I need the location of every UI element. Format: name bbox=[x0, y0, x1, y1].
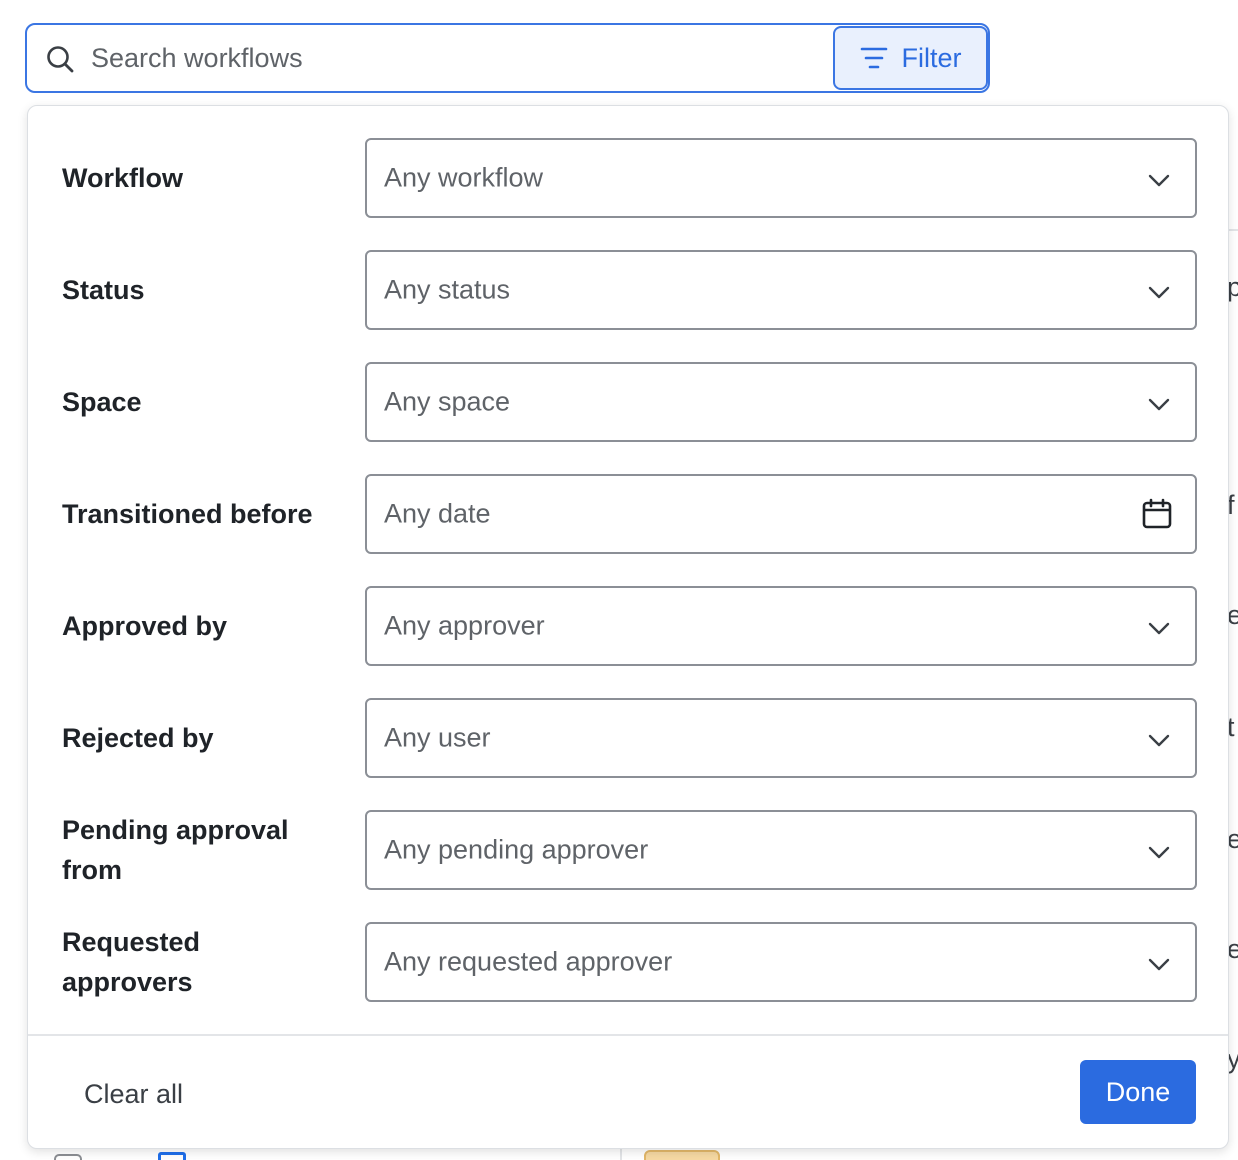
filter-row-requested-approvers: Requested approvers Any requested approv… bbox=[28, 922, 1230, 1002]
filter-row-rejected-by: Rejected by Any user bbox=[28, 698, 1230, 778]
workflow-label: Workflow bbox=[62, 163, 183, 193]
filter-row-approved-by: Approved by Any approver bbox=[28, 586, 1230, 666]
requested-approvers-label: Requested approvers bbox=[62, 927, 201, 997]
status-select-value: Any status bbox=[384, 274, 511, 305]
filter-row-status: Status Any status bbox=[28, 250, 1230, 330]
chevron-down-icon bbox=[1148, 286, 1170, 299]
approved-by-label: Approved by bbox=[62, 611, 228, 641]
pending-approval-from-select[interactable]: Any pending approver bbox=[365, 810, 1197, 890]
document-icon bbox=[158, 1152, 186, 1160]
search-icon bbox=[47, 46, 74, 73]
calendar-icon[interactable] bbox=[1141, 498, 1173, 530]
requested-approvers-select-value: Any requested approver bbox=[384, 946, 673, 977]
background-table-row bbox=[0, 1148, 1238, 1160]
column-divider bbox=[620, 1148, 622, 1160]
requested-approvers-select[interactable]: Any requested approver bbox=[365, 922, 1197, 1002]
status-label: Status bbox=[62, 275, 145, 305]
status-select[interactable]: Any status bbox=[365, 250, 1197, 330]
chevron-down-icon bbox=[1148, 958, 1170, 971]
filter-row-space: Space Any space bbox=[28, 362, 1230, 442]
space-select[interactable]: Any space bbox=[365, 362, 1197, 442]
pending-approval-from-select-value: Any pending approver bbox=[384, 834, 649, 865]
approved-by-select[interactable]: Any approver bbox=[365, 586, 1197, 666]
space-label: Space bbox=[62, 387, 142, 417]
filter-button[interactable]: Filter bbox=[833, 26, 988, 90]
rejected-by-label: Rejected by bbox=[62, 723, 214, 753]
background-divider bbox=[1228, 229, 1238, 231]
chevron-down-icon bbox=[1148, 622, 1170, 635]
filter-row-workflow: Workflow Any workflow bbox=[28, 138, 1230, 218]
chevron-down-icon bbox=[1148, 174, 1170, 187]
chevron-down-icon bbox=[1148, 734, 1170, 747]
search-input[interactable] bbox=[89, 35, 829, 81]
transitioned-before-label: Transitioned before bbox=[62, 499, 313, 529]
chevron-down-icon bbox=[1148, 846, 1170, 859]
transitioned-before-value: Any date bbox=[384, 498, 491, 529]
search-bar: Filter bbox=[25, 23, 990, 93]
filter-popover: Workflow Any workflow Status Any status … bbox=[27, 105, 1229, 1149]
clear-all-button[interactable]: Clear all bbox=[84, 1074, 183, 1114]
filter-row-pending-approval-from: Pending approval from Any pending approv… bbox=[28, 810, 1230, 890]
filter-icon bbox=[860, 47, 887, 69]
filter-row-transitioned-before: Transitioned before Any date bbox=[28, 474, 1230, 554]
pending-approval-from-label: Pending approval from bbox=[62, 815, 289, 885]
filter-button-label: Filter bbox=[901, 42, 962, 73]
transitioned-before-date-picker[interactable]: Any date bbox=[365, 474, 1197, 554]
approved-by-select-value: Any approver bbox=[384, 610, 545, 641]
footer-divider bbox=[28, 1034, 1228, 1036]
status-badge bbox=[644, 1150, 720, 1160]
rejected-by-select[interactable]: Any user bbox=[365, 698, 1197, 778]
workflow-select[interactable]: Any workflow bbox=[365, 138, 1197, 218]
workflow-select-value: Any workflow bbox=[384, 162, 544, 193]
rejected-by-select-value: Any user bbox=[384, 722, 491, 753]
space-select-value: Any space bbox=[384, 386, 511, 417]
chevron-down-icon bbox=[1148, 398, 1170, 411]
done-button[interactable]: Done bbox=[1080, 1060, 1196, 1124]
row-checkbox[interactable] bbox=[54, 1154, 82, 1160]
